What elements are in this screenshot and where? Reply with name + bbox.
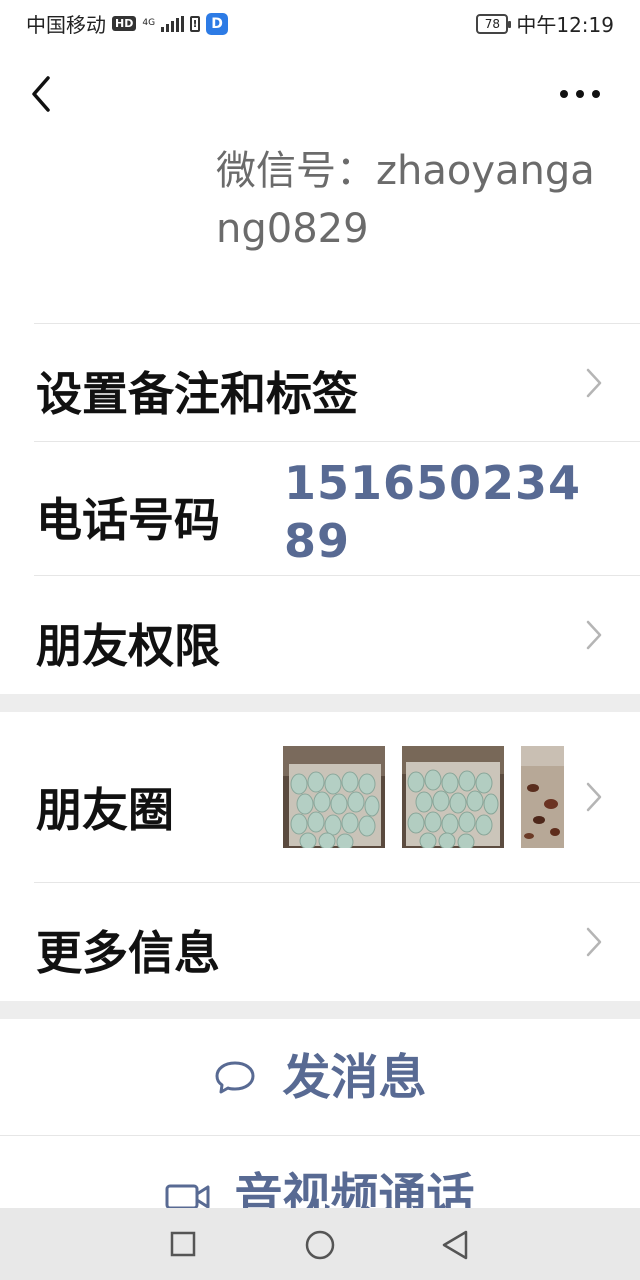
send-message-button[interactable]: 发消息 xyxy=(0,1019,640,1135)
chat-bubble-icon xyxy=(215,1061,255,1093)
back-nav-icon[interactable] xyxy=(440,1229,470,1261)
moments-thumbnail-chickens[interactable] xyxy=(521,746,564,848)
chevron-right-icon xyxy=(586,927,602,957)
back-chevron-icon xyxy=(32,76,50,112)
video-camera-icon xyxy=(165,1184,210,1208)
status-right: 78 中午12:19 xyxy=(476,9,614,38)
app-notification-icon: D xyxy=(206,12,229,35)
row-remark-tags[interactable]: 设置备注和标签 xyxy=(0,324,640,441)
more-button[interactable] xyxy=(558,80,602,108)
video-call-label: 音视频通话 xyxy=(234,1168,475,1209)
more-dots-icon xyxy=(560,90,600,98)
top-bar xyxy=(0,60,640,130)
chevron-right-icon xyxy=(586,368,602,398)
home-icon[interactable] xyxy=(304,1229,336,1261)
status-left: 中国移动 HD 4G ! D xyxy=(26,9,229,38)
section-gap xyxy=(0,694,640,712)
clock: 中午12:19 xyxy=(516,13,614,37)
chevron-right-icon xyxy=(586,620,602,650)
video-call-button[interactable]: 音视频通话 xyxy=(0,1136,640,1208)
moments-thumbnail-eggs[interactable] xyxy=(283,746,385,848)
row-more-info[interactable]: 更多信息 xyxy=(0,883,640,1001)
remark-label: 设置备注和标签 xyxy=(36,367,358,421)
battery-level: 78 xyxy=(484,16,500,31)
network-type: 4G xyxy=(142,18,156,28)
moments-thumbnail-eggs[interactable] xyxy=(402,746,504,848)
phone-label: 电话号码 xyxy=(36,493,220,547)
system-nav-bar xyxy=(0,1208,640,1280)
signal-icon xyxy=(161,15,185,32)
carrier-name: 中国移动 xyxy=(26,13,106,37)
chevron-right-icon xyxy=(586,782,602,812)
back-button[interactable] xyxy=(26,74,60,114)
more-info-label: 更多信息 xyxy=(36,926,220,980)
wechat-id: 微信号：zhaoyangang0829 xyxy=(216,148,595,252)
row-friend-permissions[interactable]: 朋友权限 xyxy=(0,576,640,694)
section-gap xyxy=(0,1001,640,1019)
moments-label: 朋友圈 xyxy=(36,783,174,837)
send-message-label: 发消息 xyxy=(282,1049,427,1106)
battery-alert-icon: ! xyxy=(190,15,201,32)
hd-badge: HD xyxy=(112,16,137,31)
phone-number-link[interactable]: 15165023489 xyxy=(284,454,594,570)
friend-permissions-label: 朋友权限 xyxy=(36,619,220,673)
recent-apps-icon[interactable] xyxy=(170,1231,196,1257)
battery-icon: 78 xyxy=(476,13,512,34)
status-bar: 中国移动 HD 4G ! D 78 中午12:19 xyxy=(0,0,640,44)
